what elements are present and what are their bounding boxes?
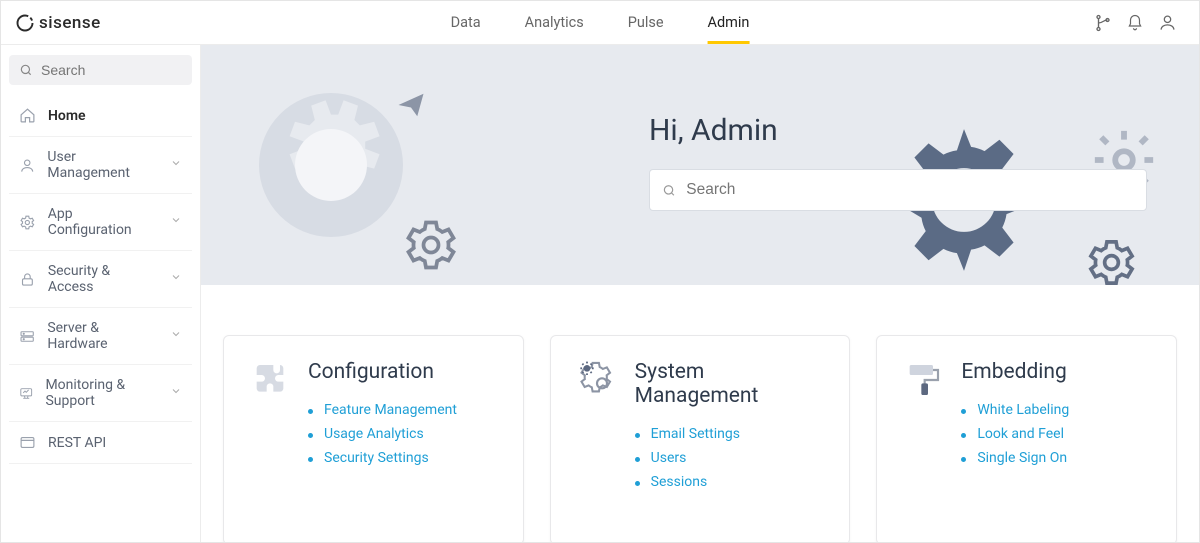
card-link[interactable]: Usage Analytics — [308, 426, 457, 442]
card-link[interactable]: Email Settings — [635, 426, 824, 442]
sidebar-item-home[interactable]: Home — [9, 95, 192, 137]
sidebar-item-app-configuration[interactable]: App Configuration — [9, 194, 192, 251]
card-configuration: Configuration Feature Management Usage A… — [223, 335, 524, 542]
hero-notch — [684, 240, 716, 256]
hero-search-input[interactable] — [686, 181, 1134, 199]
sidebar-item-label: Home — [48, 108, 86, 124]
sidebar-item-label: Monitoring & Support — [45, 377, 158, 409]
card-embedding: Embedding White Labeling Look and Feel S… — [876, 335, 1177, 542]
cards-row: Configuration Feature Management Usage A… — [201, 285, 1199, 542]
branch-icon[interactable] — [1094, 14, 1112, 32]
tab-admin[interactable]: Admin — [708, 2, 750, 44]
sidebar-item-label: User Management — [47, 149, 158, 181]
card-system-management: System Management Email Settings Users S… — [550, 335, 851, 542]
sidebar-item-label: Server & Hardware — [47, 320, 158, 352]
search-icon — [19, 63, 33, 77]
sidebar-search-input[interactable] — [41, 62, 182, 78]
card-link[interactable]: Users — [635, 450, 824, 466]
puzzle-icon — [250, 360, 290, 514]
chevron-down-icon — [170, 328, 182, 344]
paper-plane-icon — [391, 90, 431, 120]
card-link[interactable]: Feature Management — [308, 402, 457, 418]
chevron-down-icon — [170, 271, 182, 287]
card-link[interactable]: Look and Feel — [961, 426, 1069, 442]
content-area: Hi, Admin Configuration Feature Manageme… — [201, 45, 1199, 542]
sidebar-item-label: Security & Access — [48, 263, 158, 295]
home-icon — [19, 107, 36, 124]
sidebar-item-rest-api[interactable]: REST API — [9, 422, 192, 464]
tab-data[interactable]: Data — [451, 2, 481, 44]
chevron-down-icon — [170, 214, 182, 230]
sidebar-item-user-management[interactable]: User Management — [9, 137, 192, 194]
card-title: Configuration — [308, 360, 457, 384]
sidebar-item-label: App Configuration — [48, 206, 158, 238]
chevron-down-icon — [170, 157, 182, 173]
sidebar-item-security-access[interactable]: Security & Access — [9, 251, 192, 308]
card-link[interactable]: Security Settings — [308, 450, 457, 466]
monitor-icon — [19, 385, 33, 402]
tab-pulse[interactable]: Pulse — [628, 2, 664, 44]
chevron-down-icon — [170, 385, 182, 401]
api-icon — [19, 434, 36, 451]
sidebar-item-server-hardware[interactable]: Server & Hardware — [9, 308, 192, 365]
paint-roller-icon — [903, 360, 943, 514]
sidebar-item-label: REST API — [48, 435, 106, 451]
bell-icon[interactable] — [1126, 14, 1144, 32]
gear-decor-icon — [1084, 235, 1139, 285]
user-icon[interactable] — [1158, 13, 1177, 32]
card-title: Embedding — [961, 360, 1069, 384]
card-title: System Management — [635, 360, 824, 408]
search-icon — [662, 183, 676, 198]
top-right-icons — [1094, 13, 1177, 32]
sidebar-search[interactable] — [9, 55, 192, 85]
gears-icon — [577, 360, 617, 514]
tab-analytics[interactable]: Analytics — [525, 2, 584, 44]
user-icon — [19, 157, 35, 174]
hero-search[interactable] — [649, 169, 1147, 211]
card-link[interactable]: White Labeling — [961, 402, 1069, 418]
sidebar: Home User Management App Configuration S… — [1, 45, 201, 542]
top-bar: sisense Data Analytics Pulse Admin — [1, 1, 1199, 45]
gear-decor-icon — [401, 215, 461, 275]
top-nav-tabs: Data Analytics Pulse Admin — [451, 2, 750, 44]
gear-icon — [19, 214, 36, 231]
sisense-logo-icon — [15, 13, 35, 33]
brand-logo[interactable]: sisense — [15, 13, 101, 33]
brand-name: sisense — [39, 13, 101, 33]
card-link[interactable]: Sessions — [635, 474, 824, 490]
lock-icon — [19, 271, 36, 288]
hero-greeting: Hi, Admin — [649, 113, 778, 148]
card-link[interactable]: Single Sign On — [961, 450, 1069, 466]
server-icon — [19, 328, 35, 345]
sidebar-item-monitoring-support[interactable]: Monitoring & Support — [9, 365, 192, 422]
